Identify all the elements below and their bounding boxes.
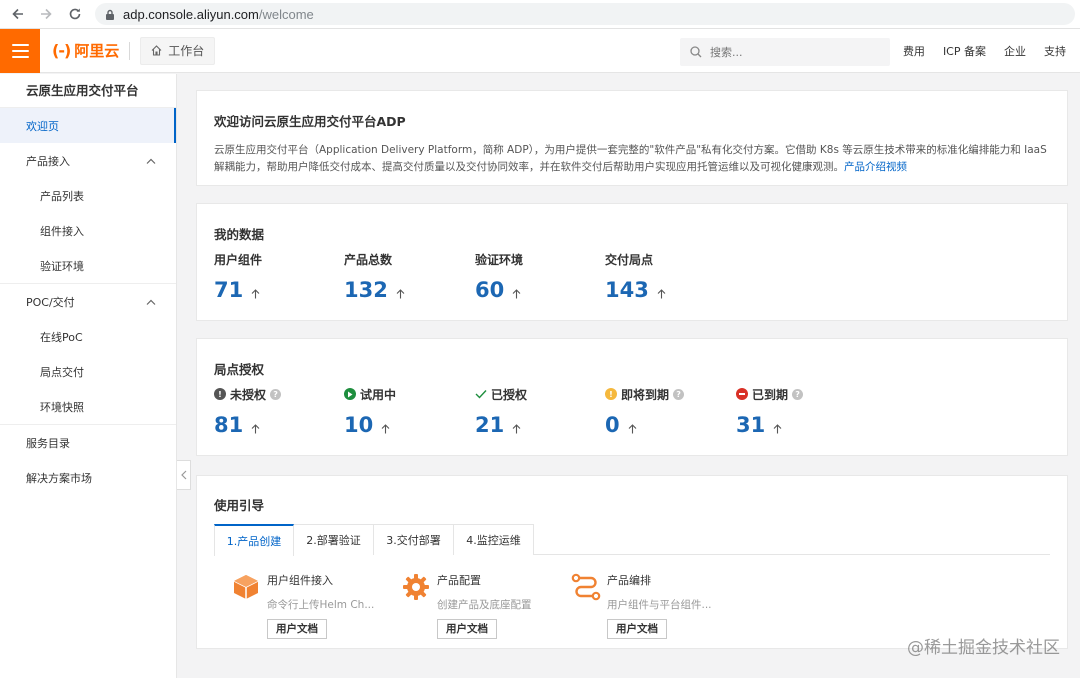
stat-trial[interactable]: 试用中 10 (344, 386, 396, 437)
topnav-links: 费用 ICP 备案 企业 支持 (903, 29, 1066, 73)
gear-icon (403, 574, 429, 600)
arrow-up-icon (381, 424, 390, 434)
reload-icon[interactable] (67, 6, 83, 22)
nav-link-support[interactable]: 支持 (1044, 43, 1066, 59)
tab-delivery-deploy[interactable]: 3.交付部署 (374, 524, 454, 555)
home-icon (151, 45, 162, 56)
sidebar-group-poc-delivery[interactable]: POC/交付 (0, 284, 176, 319)
guide-tabs: 1.产品创建 2.部署验证 3.交付部署 4.监控运维 (214, 524, 1050, 556)
welcome-title: 欢迎访问云原生应用交付平台ADP (214, 114, 406, 129)
stat-expiring[interactable]: ! 即将到期 ? 0 (605, 386, 685, 437)
warning-icon: ! (605, 388, 617, 400)
workbench-button[interactable]: 工作台 (140, 36, 216, 65)
browser-toolbar: adp.console.aliyun.com/welcome (0, 0, 1080, 29)
welcome-body: 云原生应用交付平台（Application Delivery Platform，… (214, 144, 1047, 173)
stat-authorized[interactable]: 已授权 21 (475, 386, 527, 438)
workbench-label: 工作台 (168, 44, 205, 58)
flow-icon (571, 573, 601, 601)
stat-expired[interactable]: 已到期 ? 31 (736, 386, 804, 437)
nav-link-icp[interactable]: ICP 备案 (943, 43, 986, 59)
user-doc-button[interactable]: 用户文档 (267, 619, 327, 639)
url-host: adp.console.aliyun.com (123, 6, 259, 22)
arrow-up-icon (628, 424, 637, 434)
address-bar[interactable]: adp.console.aliyun.com/welcome (95, 3, 1075, 25)
sidebar-item-site-delivery[interactable]: 局点交付 (0, 354, 176, 389)
logo-divider (129, 41, 131, 60)
stat-delivery-sites[interactable]: 交付局点 143 (605, 251, 666, 302)
product-video-link[interactable]: 产品介绍视频 (844, 161, 907, 173)
tab-monitor-ops[interactable]: 4.监控运维 (454, 524, 534, 555)
tab-deploy-verify[interactable]: 2.部署验证 (294, 524, 374, 555)
sidebar: 云原生应用交付平台 欢迎页 产品接入 产品列表 组件接入 验证环境 POC/交付… (0, 74, 177, 678)
my-data-card: 我的数据 用户组件 71 产品总数 132 验证环境 60 交付局点 143 (196, 203, 1068, 321)
arrow-up-icon (251, 289, 260, 299)
stat-user-components[interactable]: 用户组件 71 (214, 251, 262, 303)
arrow-up-icon (512, 289, 521, 299)
license-title: 局点授权 (214, 362, 265, 377)
forward-icon[interactable] (38, 6, 54, 22)
lock-icon (106, 9, 114, 20)
guide-card: 使用引导 1.产品创建 2.部署验证 3.交付部署 4.监控运维 用户组件接入 … (196, 475, 1068, 649)
check-icon (475, 390, 487, 399)
sidebar-item-product-list[interactable]: 产品列表 (0, 178, 176, 213)
search-box[interactable] (680, 38, 890, 66)
tab-product-create[interactable]: 1.产品创建 (214, 524, 294, 556)
sidebar-item-welcome[interactable]: 欢迎页 (0, 108, 176, 143)
nav-link-enterprise[interactable]: 企业 (1004, 43, 1026, 59)
sidebar-group-product-access[interactable]: 产品接入 (0, 143, 176, 178)
sidebar-item-component-access[interactable]: 组件接入 (0, 213, 176, 248)
back-icon[interactable] (10, 6, 26, 22)
sidebar-item-online-poc[interactable]: 在线PoC (0, 319, 176, 354)
guide-title: 使用引导 (214, 498, 265, 513)
chevron-up-icon (146, 158, 156, 164)
search-icon (690, 46, 702, 58)
sidebar-item-env-snapshot[interactable]: 环境快照 (0, 389, 176, 424)
my-data-title: 我的数据 (214, 227, 265, 242)
chevron-left-icon (180, 470, 186, 480)
help-icon[interactable]: ? (792, 388, 804, 400)
sidebar-collapse-button[interactable] (177, 460, 191, 490)
license-stats: ! 未授权 ? 81 试用中 10 已授权 21 ! 即将到期 ? 0 已到期 … (214, 386, 1050, 446)
stat-unauthorized[interactable]: ! 未授权 ? 81 (214, 386, 282, 437)
logo-text: 阿里云 (74, 42, 120, 60)
menu-button[interactable] (0, 28, 40, 73)
stat-total-products[interactable]: 产品总数 132 (344, 251, 405, 302)
user-doc-button[interactable]: 用户文档 (607, 619, 667, 639)
search-input[interactable] (710, 45, 870, 59)
logo-mark: (-) (52, 41, 71, 60)
help-icon[interactable]: ? (270, 388, 282, 400)
sidebar-title: 云原生应用交付平台 (0, 74, 176, 108)
user-doc-button[interactable]: 用户文档 (437, 619, 497, 639)
arrow-up-icon (512, 424, 521, 434)
aliyun-logo[interactable]: (-) 阿里云 (52, 29, 119, 73)
play-icon (344, 388, 356, 400)
top-navigation: (-) 阿里云 工作台 费用 ICP 备案 企业 支持 (0, 28, 1080, 73)
nav-link-billing[interactable]: 费用 (903, 43, 925, 59)
watermark: @稀土掘金技术社区 (907, 638, 1060, 658)
arrow-up-icon (773, 424, 782, 434)
license-card: 局点授权 ! 未授权 ? 81 试用中 10 已授权 21 ! 即将到期 ? 0… (196, 338, 1068, 456)
help-icon[interactable]: ? (673, 388, 685, 400)
exclamation-icon: ! (214, 388, 226, 400)
welcome-card: 欢迎访问云原生应用交付平台ADP 云原生应用交付平台（Application D… (196, 90, 1068, 186)
arrow-up-icon (396, 289, 405, 299)
arrow-up-icon (251, 424, 260, 434)
cube-icon (233, 575, 259, 599)
chevron-up-icon (146, 299, 156, 305)
arrow-up-icon (657, 289, 666, 299)
sidebar-item-service-catalog[interactable]: 服务目录 (0, 425, 176, 460)
sidebar-item-verify-env[interactable]: 验证环境 (0, 248, 176, 283)
stat-verify-env[interactable]: 验证环境 60 (475, 251, 523, 303)
hamburger-icon (11, 43, 29, 46)
sidebar-item-solution-market[interactable]: 解决方案市场 (0, 460, 176, 495)
url-path: /welcome (258, 6, 314, 22)
stop-icon (736, 388, 748, 400)
my-data-stats: 用户组件 71 产品总数 132 验证环境 60 交付局点 143 (214, 251, 1050, 311)
